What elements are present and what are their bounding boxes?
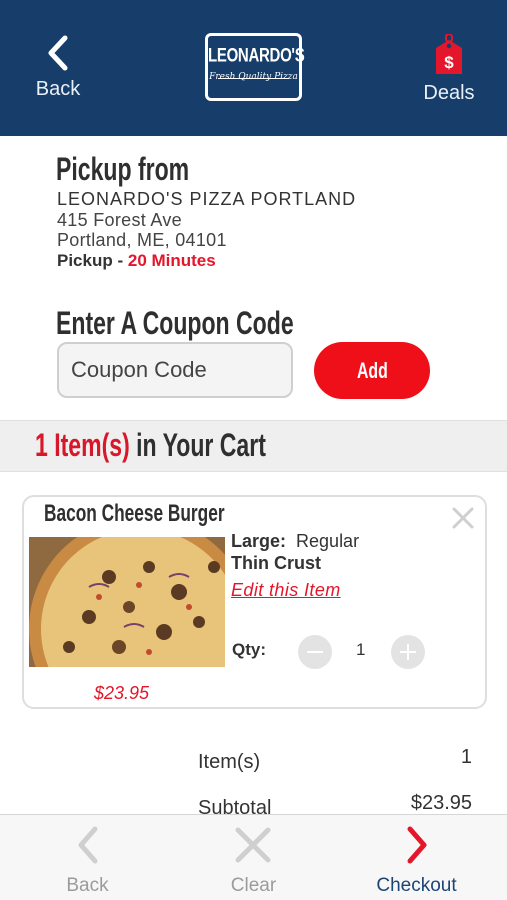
brand-logo: LEONARDO'S Fresh Quality Pizza bbox=[205, 33, 305, 101]
pickup-title: Pickup from bbox=[56, 151, 190, 187]
item-crust: Thin Crust bbox=[231, 553, 321, 573]
add-coupon-button[interactable]: Add bbox=[314, 342, 430, 399]
checkout-button[interactable]: Checkout bbox=[332, 815, 501, 900]
cart-title-suffix: in Your Cart bbox=[129, 427, 266, 463]
coupon-code-input[interactable] bbox=[57, 342, 293, 398]
app-header: Back LEONARDO'S Fresh Quality Pizza $ De… bbox=[0, 0, 507, 136]
item-price: $23.95 bbox=[94, 683, 150, 703]
bottom-back-label: Back bbox=[66, 875, 109, 896]
store-name: LEONARDO'S PIZZA PORTLAND bbox=[57, 189, 357, 209]
item-name: Bacon Cheese Burger bbox=[44, 500, 225, 527]
summary-items-value: 1 bbox=[460, 746, 472, 768]
header-deals-label: Deals bbox=[423, 82, 475, 104]
qty-decrease-button[interactable] bbox=[298, 635, 332, 669]
checkout-label: Checkout bbox=[376, 875, 457, 896]
pickup-label: Pickup - bbox=[57, 251, 128, 270]
bottom-action-bar: Back Clear Checkout bbox=[0, 814, 507, 900]
header-deals-button[interactable]: $ Deals bbox=[419, 34, 479, 105]
pickup-time: 20 Minutes bbox=[127, 251, 216, 270]
store-address-line2: Portland, ME, 04101 bbox=[57, 230, 227, 250]
item-size-value: Regular bbox=[296, 531, 360, 551]
header-back-button[interactable]: Back bbox=[28, 34, 88, 101]
pizza-image bbox=[29, 537, 225, 667]
logo-name: LEONARDO'S bbox=[208, 44, 305, 67]
clear-label: Clear bbox=[230, 875, 277, 896]
add-coupon-label: Add bbox=[356, 357, 388, 383]
chevron-right-icon bbox=[407, 826, 427, 864]
item-size: Large: Regular bbox=[231, 531, 359, 552]
pickup-time-line: Pickup - 20 Minutes bbox=[57, 251, 216, 271]
item-size-label: Large: bbox=[231, 531, 287, 551]
summary-items-label: Item(s) bbox=[198, 751, 261, 773]
header-back-label: Back bbox=[35, 78, 81, 100]
bottom-back-button[interactable]: Back bbox=[3, 815, 172, 900]
close-icon bbox=[235, 827, 271, 863]
summary-subtotal-value: $23.95 bbox=[410, 792, 472, 814]
chevron-left-icon bbox=[78, 826, 98, 864]
store-address-line1: 415 Forest Ave bbox=[57, 210, 182, 230]
remove-item-icon[interactable] bbox=[450, 505, 476, 531]
logo-tagline: Fresh Quality Pizza bbox=[209, 72, 298, 82]
cart-item-count: 1 Item(s) bbox=[35, 427, 130, 463]
chevron-left-icon bbox=[48, 35, 68, 71]
svg-text:$: $ bbox=[444, 53, 454, 72]
logo-divider bbox=[218, 78, 289, 79]
qty-label: Qty: bbox=[232, 640, 266, 659]
qty-increase-button[interactable] bbox=[391, 635, 425, 669]
qty-value: 1 bbox=[356, 640, 366, 659]
clear-cart-button[interactable]: Clear bbox=[169, 815, 338, 900]
cart-banner: 1 Item(s) in Your Cart bbox=[0, 420, 507, 472]
cart-item-card: Bacon Cheese Burger Large: Regular Thin … bbox=[22, 495, 487, 709]
cart-count-title: 1 Item(s) in Your Cart bbox=[35, 427, 266, 464]
edit-item-link[interactable]: Edit this Item bbox=[231, 580, 341, 601]
price-tag-icon: $ bbox=[436, 34, 462, 74]
coupon-title: Enter A Coupon Code bbox=[56, 305, 294, 341]
